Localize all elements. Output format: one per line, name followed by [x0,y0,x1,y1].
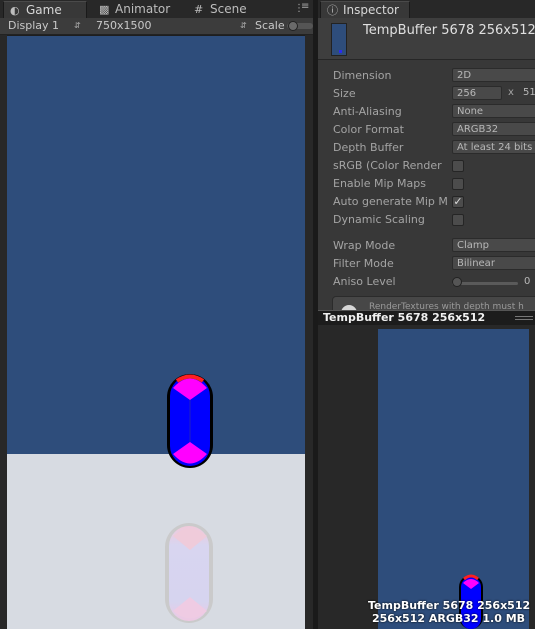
size-width-field[interactable]: 256 [452,86,502,100]
tab-inspector[interactable]: ⓘ Inspector [320,1,410,18]
game-view-margin [0,35,7,629]
aniso-level-label: Aniso Level [333,275,396,288]
dropdown-arrows-icon: ⇵ [240,21,247,30]
dynamic-scaling-label: Dynamic Scaling [333,213,425,226]
size-height-value: 51 [523,87,535,98]
wrap-mode-label: Wrap Mode [333,239,396,252]
tab-inspector-label: Inspector [343,3,399,17]
size-label: Size [333,87,356,100]
scene-icon: # [194,3,204,16]
preview-caption-line1: TempBuffer 5678 256x512 [368,599,531,612]
game-view[interactable] [7,36,305,629]
color-format-label: Color Format [333,123,404,136]
tab-scene[interactable]: # Scene [188,1,268,18]
srgb-label: sRGB (Color Render [333,159,442,172]
mipmaps-label: Enable Mip Maps [333,177,426,190]
aniso-slider-knob[interactable] [452,277,462,287]
color-format-dropdown[interactable]: ARGB32 [452,122,535,136]
display-value: Display 1 [8,19,60,32]
inspector-panel: TempBuffer 5678 256x512 Dimension 2D Siz… [318,18,535,310]
preview-render [378,329,529,629]
size-width-value: 256 [457,88,477,99]
auto-mip-label: Auto generate Mip M [333,195,448,208]
srgb-checkbox[interactable] [452,160,464,172]
resolution-dropdown[interactable]: 750x1500 [96,18,246,34]
animator-icon: ▩ [99,3,110,16]
mipmaps-checkbox[interactable] [452,178,464,190]
depth-buffer-value: At least 24 bits [457,142,533,153]
filter-mode-value: Bilinear [457,258,495,269]
inspector-tab-bar: ⓘ Inspector [318,0,535,18]
aniso-level-field[interactable]: 0 [520,275,535,289]
drag-handle-icon[interactable] [515,316,533,320]
game-toolbar: Display 1 ⇵ 750x1500 ⇵ Scale [0,18,313,35]
dropdown-arrows-icon: ⇵ [74,21,81,30]
filter-mode-label: Filter Mode [333,257,394,270]
game-icon: ◐ [10,4,20,17]
depth-buffer-label: Depth Buffer [333,141,404,154]
tab-scene-label: Scene [210,2,247,16]
menu-icon[interactable]: ≡ [301,1,309,12]
aniso-level-value: 0 [524,276,531,287]
depth-buffer-dropdown[interactable]: At least 24 bits [452,140,535,154]
preview-header[interactable]: TempBuffer 5678 256x512 [318,310,535,325]
sky-background [7,36,305,454]
anti-aliasing-dropdown[interactable]: None [452,104,535,118]
tab-game[interactable]: ◐ Game [3,1,87,18]
checkmark-icon: ✓ [453,195,463,208]
dimension-label: Dimension [333,69,392,82]
game-view-margin [305,35,313,629]
preview-texture [378,329,529,629]
anti-aliasing-label: Anti-Aliasing [333,105,402,118]
filter-mode-dropdown[interactable]: Bilinear [452,256,535,270]
resolution-value: 750x1500 [96,19,152,32]
scale-label: Scale [255,19,285,32]
game-tab-bar: ◐ Game ▩ Animator # Scene ⋮ ≡ [0,0,313,18]
capsule-object [167,374,213,468]
wrap-mode-value: Clamp [457,240,489,251]
display-dropdown[interactable]: Display 1 [8,18,80,34]
info-message-text: RenderTextures with depth must h [369,302,524,310]
inspector-header: TempBuffer 5678 256x512 [318,18,535,60]
tab-animator[interactable]: ▩ Animator [93,1,185,18]
color-format-value: ARGB32 [457,124,499,135]
dynamic-scaling-checkbox[interactable] [452,214,464,226]
game-render [7,36,305,629]
wrap-mode-dropdown[interactable]: Clamp [452,238,535,252]
tab-game-label: Game [26,3,62,17]
dimension-dropdown[interactable]: 2D [452,68,535,82]
dimension-value: 2D [457,70,472,81]
scale-slider-knob[interactable] [288,21,298,31]
capsule-reflection [165,523,213,623]
tab-animator-label: Animator [115,2,171,16]
size-separator: x [508,87,514,98]
preview-caption-line2: 256x512 ARGB32 1.0 MB [372,612,526,625]
info-message-box: RenderTextures with depth must h [332,296,535,310]
ground-plane [7,454,305,629]
auto-mip-checkbox[interactable]: ✓ [452,196,464,208]
size-height-field[interactable]: 51 [519,86,535,100]
texture-thumbnail [331,23,347,56]
inspector-title: TempBuffer 5678 256x512 [363,23,535,38]
info-icon: ⓘ [327,4,338,17]
preview-title: TempBuffer 5678 256x512 [323,311,486,324]
anti-aliasing-value: None [457,106,484,117]
